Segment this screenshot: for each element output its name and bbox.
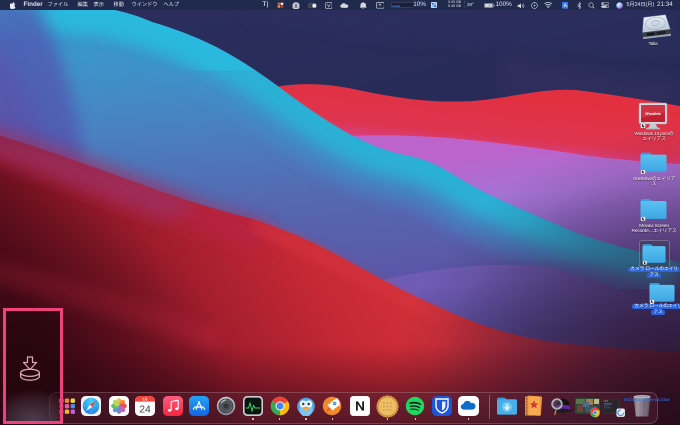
svg-text:24: 24 xyxy=(139,405,151,416)
svg-text:5月: 5月 xyxy=(142,397,147,401)
svg-text:‖Parallels: ‖Parallels xyxy=(645,112,661,116)
